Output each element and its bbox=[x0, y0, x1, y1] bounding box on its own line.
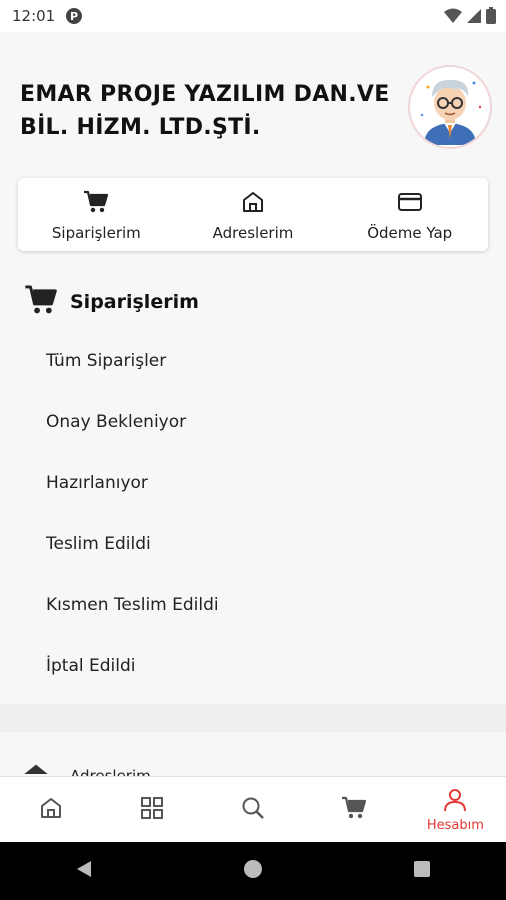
search-icon bbox=[241, 796, 265, 824]
orders-delivered-item[interactable]: Teslim Edildi bbox=[0, 513, 506, 574]
quick-action-label: Ödeme Yap bbox=[367, 224, 453, 242]
cart-icon bbox=[341, 796, 367, 824]
company-name: EMAR PROJE YAZILIM DAN.VE BİL. HİZM. LTD… bbox=[20, 82, 390, 140]
orders-section: Siparişlerim Tüm Siparişler Onay Bekleni… bbox=[0, 276, 506, 704]
p-app-icon: P bbox=[65, 7, 83, 25]
orders-preparing-item[interactable]: Hazırlanıyor bbox=[0, 452, 506, 513]
status-bar: 12:01 P bbox=[0, 0, 506, 32]
bottom-navigation: Hesabım bbox=[0, 776, 506, 843]
quick-action-label: Adreslerim bbox=[212, 224, 294, 242]
recents-icon[interactable] bbox=[412, 859, 432, 883]
nav-account[interactable]: Hesabım bbox=[405, 777, 506, 843]
home-icon bbox=[241, 190, 265, 218]
quick-action-payment[interactable]: Ödeme Yap bbox=[331, 178, 488, 251]
battery-icon bbox=[486, 7, 496, 28]
status-time: 12:01 bbox=[12, 7, 56, 25]
section-divider bbox=[0, 704, 506, 732]
status-icons bbox=[444, 7, 496, 28]
quick-action-orders[interactable]: Siparişlerim bbox=[18, 178, 175, 251]
orders-pending-approval-item[interactable]: Onay Bekleniyor bbox=[0, 391, 506, 452]
nav-cart[interactable] bbox=[304, 777, 405, 843]
orders-all-item[interactable]: Tüm Siparişler bbox=[0, 330, 506, 391]
person-icon bbox=[443, 788, 467, 816]
back-icon[interactable] bbox=[74, 859, 94, 883]
system-navigation-bar bbox=[0, 842, 506, 900]
nav-categories[interactable] bbox=[101, 777, 202, 843]
account-header: EMAR PROJE YAZILIM DAN.VE BİL. HİZM. LTD… bbox=[0, 32, 506, 172]
orders-section-header: Siparişlerim bbox=[24, 284, 199, 320]
quick-actions-card: Siparişlerim Adreslerim Ödeme Yap bbox=[18, 178, 488, 251]
wifi-icon bbox=[444, 8, 462, 28]
cart-icon bbox=[24, 284, 58, 320]
nav-account-label: Hesabım bbox=[426, 817, 484, 833]
orders-partially-delivered-item[interactable]: Kısmen Teslim Edildi bbox=[0, 574, 506, 635]
nav-search[interactable] bbox=[202, 777, 303, 843]
cart-icon bbox=[83, 190, 109, 218]
grid-icon bbox=[140, 797, 163, 823]
orders-menu-list: Tüm Siparişler Onay Bekleniyor Hazırlanı… bbox=[0, 330, 506, 696]
quick-action-addresses[interactable]: Adreslerim bbox=[175, 178, 332, 251]
home-circle-icon[interactable] bbox=[243, 859, 263, 883]
orders-section-title: Siparişlerim bbox=[70, 291, 199, 313]
credit-card-icon bbox=[397, 190, 423, 218]
user-avatar-icon[interactable] bbox=[408, 65, 492, 149]
orders-cancelled-item[interactable]: İptal Edildi bbox=[0, 635, 506, 696]
quick-action-label: Siparişlerim bbox=[51, 224, 141, 242]
nav-home[interactable] bbox=[0, 777, 101, 843]
signal-icon bbox=[466, 8, 482, 28]
home-icon bbox=[39, 796, 63, 824]
svg-text:P: P bbox=[70, 10, 78, 23]
